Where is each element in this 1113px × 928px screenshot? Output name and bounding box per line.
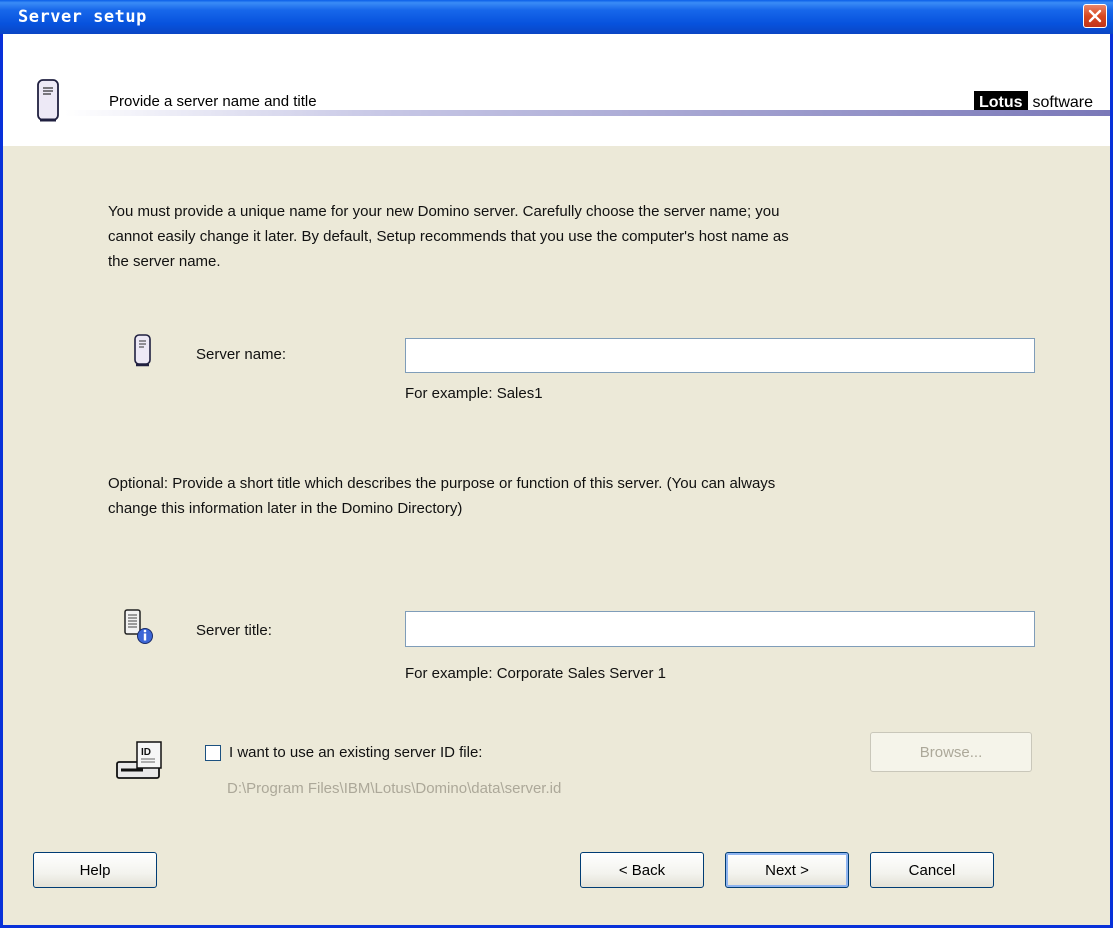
optional-line-2: change this information later in the Dom… (108, 500, 463, 517)
existing-id-checkbox[interactable] (205, 745, 221, 761)
help-button[interactable]: Help (33, 852, 157, 888)
window-title: Server setup (18, 7, 147, 27)
server-name-hint: For example: Sales1 (405, 385, 543, 402)
next-button[interactable]: Next > (725, 852, 849, 888)
server-name-icon (134, 334, 151, 367)
optional-line-1: Optional: Provide a short title which de… (108, 475, 776, 492)
close-icon (1088, 9, 1102, 23)
header-divider (65, 110, 1110, 116)
server-title-icon (124, 609, 153, 644)
server-title-label: Server title: (196, 622, 272, 639)
server-title-input[interactable] (405, 611, 1035, 647)
intro-line-1: You must provide a unique name for your … (108, 203, 780, 220)
back-button[interactable]: < Back (580, 852, 704, 888)
intro-line-2: cannot easily change it later. By defaul… (108, 228, 789, 245)
cancel-button[interactable]: Cancel (870, 852, 994, 888)
id-file-path: D:\Program Files\IBM\Lotus\Domino\data\s… (227, 780, 562, 797)
server-name-label: Server name: (196, 346, 287, 363)
browse-button[interactable]: Browse... (870, 732, 1032, 772)
server-icon (37, 79, 59, 122)
wizard-header: Provide a server name and title Lotus so… (3, 34, 1110, 146)
server-name-input[interactable] (405, 338, 1035, 373)
svg-text:ID: ID (141, 747, 151, 758)
title-bar[interactable]: Server setup (0, 0, 1113, 34)
setup-dialog: Server setup Provide a server name and t… (0, 0, 1113, 928)
server-title-hint: For example: Corporate Sales Server 1 (405, 665, 666, 682)
intro-line-3: the server name. (108, 253, 221, 270)
id-file-icon: ID (116, 741, 162, 779)
header-title: Provide a server name and title (109, 93, 317, 110)
existing-id-label[interactable]: I want to use an existing server ID file… (229, 744, 482, 761)
close-button[interactable] (1083, 4, 1107, 28)
